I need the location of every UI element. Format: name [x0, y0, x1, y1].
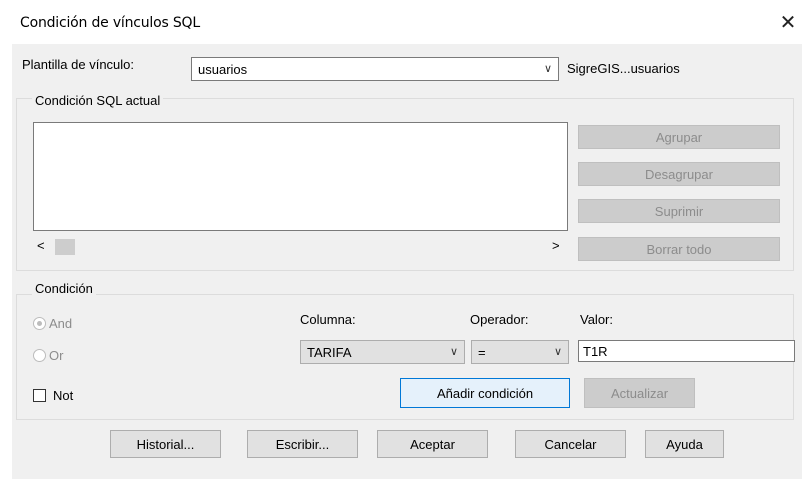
clear-all-button[interactable]: Borrar todo — [578, 237, 780, 261]
operator-combo[interactable]: = ∨ — [471, 340, 569, 364]
close-icon[interactable]: ✕ — [774, 8, 802, 36]
column-label: Columna: — [300, 312, 356, 327]
scroll-left-icon[interactable]: < — [37, 238, 45, 253]
column-combo-value: TARIFA — [307, 344, 352, 360]
title-bar: Condición de vínculos SQL ✕ — [0, 0, 803, 44]
or-label: Or — [49, 348, 64, 363]
and-label: And — [49, 316, 73, 331]
value-input-text: T1R — [583, 343, 608, 359]
template-combo-value: usuarios — [198, 61, 248, 77]
column-combo[interactable]: TARIFA ∨ — [300, 340, 465, 364]
template-label: Plantilla de vínculo: — [22, 57, 135, 72]
accept-button[interactable]: Aceptar — [377, 430, 488, 458]
ungroup-button[interactable]: Desagrupar — [578, 162, 780, 186]
horizontal-scrollbar[interactable]: < > — [33, 237, 568, 257]
update-button[interactable]: Actualizar — [584, 378, 695, 408]
delete-button[interactable]: Suprimir — [578, 199, 780, 223]
not-label: Not — [53, 388, 74, 403]
operator-combo-value: = — [478, 344, 486, 360]
scroll-right-icon[interactable]: > — [552, 238, 560, 253]
template-combo[interactable]: usuarios ∨ — [191, 57, 559, 81]
or-radio[interactable] — [33, 349, 46, 362]
value-label: Valor: — [580, 312, 613, 327]
history-button[interactable]: Historial... — [110, 430, 221, 458]
current-sql-group-label: Condición SQL actual — [32, 93, 164, 108]
cancel-button[interactable]: Cancelar — [515, 430, 626, 458]
window-title: Condición de vínculos SQL — [20, 15, 200, 31]
group-button[interactable]: Agrupar — [578, 125, 780, 149]
value-input[interactable]: T1R — [578, 340, 795, 362]
and-radio[interactable] — [33, 317, 46, 330]
scroll-thumb[interactable] — [55, 239, 75, 255]
dialog-body: Plantilla de vínculo: usuarios ∨ SigreGI… — [12, 44, 802, 479]
condition-group-label: Condición — [32, 281, 96, 296]
write-button[interactable]: Escribir... — [247, 430, 358, 458]
chevron-down-icon: ∨ — [553, 345, 562, 358]
current-sql-listbox[interactable] — [33, 122, 568, 231]
chevron-down-icon: ∨ — [543, 62, 552, 75]
chevron-down-icon: ∨ — [449, 345, 458, 358]
template-target: SigreGIS...usuarios — [567, 61, 680, 76]
help-button[interactable]: Ayuda — [645, 430, 724, 458]
operator-label: Operador: — [470, 312, 529, 327]
add-condition-button[interactable]: Añadir condición — [400, 378, 570, 408]
not-checkbox[interactable] — [33, 389, 46, 402]
